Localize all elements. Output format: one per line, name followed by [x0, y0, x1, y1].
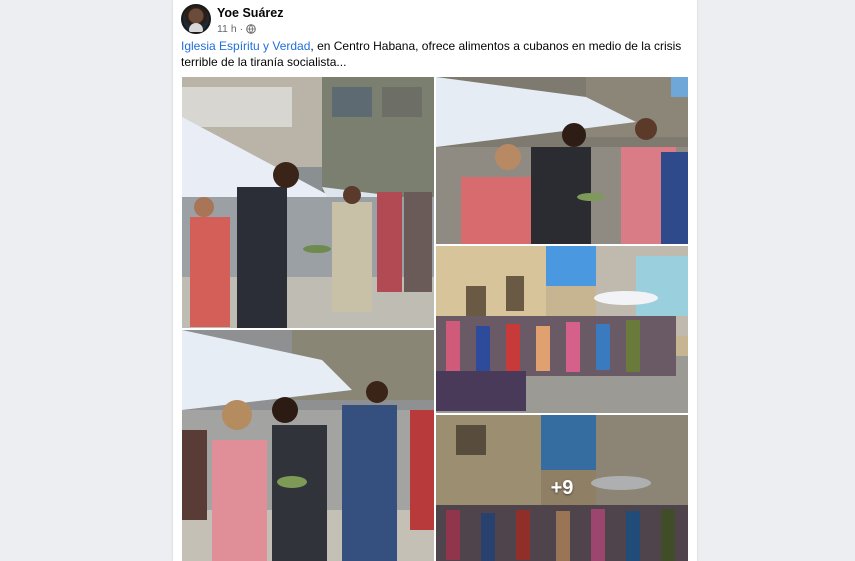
more-photos-count: +9: [550, 476, 574, 499]
church-link[interactable]: Iglesia Espíritu y Verdad: [181, 39, 310, 53]
gallery-photo-2[interactable]: [436, 77, 688, 244]
author-avatar[interactable]: [181, 4, 211, 34]
gallery-photo-5[interactable]: +9: [436, 415, 688, 561]
post-card: Yoe Suárez 11 h · Iglesia Espíritu y Ver…: [173, 0, 697, 561]
post-meta: 11 h ·: [217, 23, 256, 35]
post-header: Yoe Suárez 11 h ·: [181, 4, 681, 36]
more-photos-overlay[interactable]: +9: [436, 415, 688, 561]
author-name[interactable]: Yoe Suárez: [217, 6, 283, 20]
post-time[interactable]: 11 h: [217, 23, 237, 35]
globe-icon: [246, 24, 256, 34]
gallery-photo-1[interactable]: [182, 77, 434, 328]
post-caption: Iglesia Espíritu y Verdad, en Centro Hab…: [181, 38, 689, 70]
gallery-photo-4[interactable]: [182, 330, 434, 561]
meta-separator: ·: [239, 23, 244, 35]
gallery-photo-3[interactable]: [436, 246, 688, 413]
